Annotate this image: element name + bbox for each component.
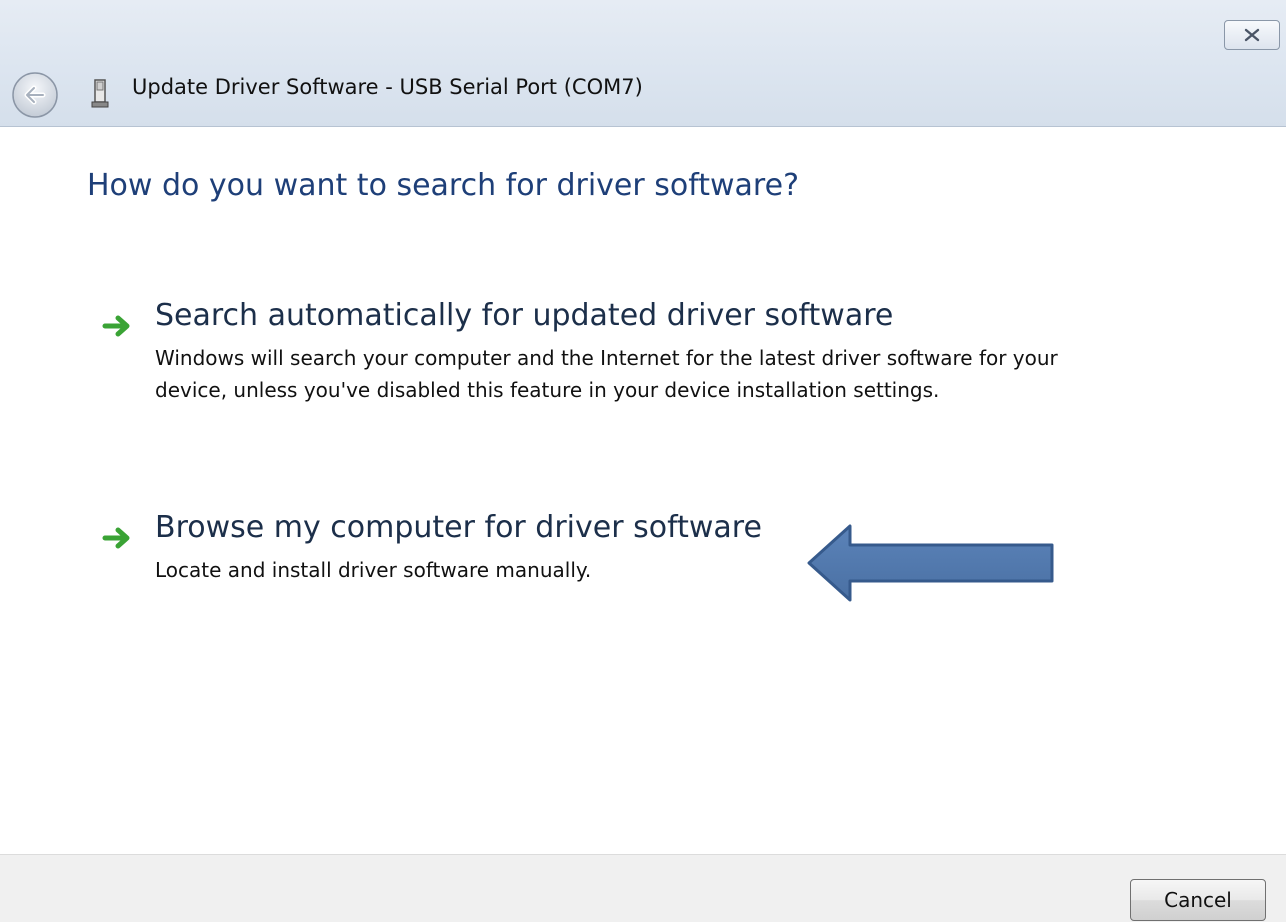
blue-pointer-arrow-icon bbox=[807, 524, 1054, 602]
dialog-footer: Cancel bbox=[0, 854, 1286, 922]
title-bar: Update Driver Software - USB Serial Port… bbox=[0, 0, 1286, 127]
update-driver-dialog: Update Driver Software - USB Serial Port… bbox=[0, 0, 1286, 922]
close-icon bbox=[1244, 28, 1260, 42]
option-title: Browse my computer for driver software bbox=[155, 510, 762, 545]
green-arrow-icon bbox=[102, 315, 130, 337]
option-title: Search automatically for updated driver … bbox=[155, 298, 894, 333]
window-title: Update Driver Software - USB Serial Port… bbox=[132, 75, 643, 99]
green-arrow-icon bbox=[102, 527, 130, 549]
usb-device-icon bbox=[88, 78, 112, 110]
page-heading: How do you want to search for driver sof… bbox=[87, 168, 799, 203]
cancel-button[interactable]: Cancel bbox=[1130, 879, 1266, 921]
option-description: Windows will search your computer and th… bbox=[155, 346, 1058, 402]
close-button[interactable] bbox=[1224, 20, 1280, 50]
back-arrow-icon bbox=[12, 72, 58, 118]
back-button[interactable] bbox=[10, 70, 60, 120]
